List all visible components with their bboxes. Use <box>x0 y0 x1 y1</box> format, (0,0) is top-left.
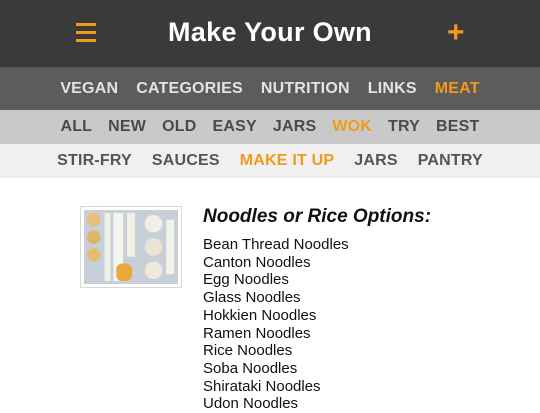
nav-stir-fry[interactable]: STIR-FRY <box>57 152 132 170</box>
top-bar: Make Your Own + <box>0 0 540 67</box>
nav-links[interactable]: LINKS <box>368 80 417 98</box>
list-item[interactable]: Canton Noodles <box>203 254 431 272</box>
secondary-nav: ALL NEW OLD EASY JARS WOK TRY BEST <box>0 110 540 144</box>
noodles-thumbnail[interactable] <box>80 206 182 288</box>
nav-try[interactable]: TRY <box>388 118 420 136</box>
nav-old[interactable]: OLD <box>162 118 196 136</box>
nav-make-it-up[interactable]: MAKE IT UP <box>240 152 334 170</box>
options-list: Bean Thread Noodles Canton Noodles Egg N… <box>203 236 431 413</box>
nav-best[interactable]: BEST <box>436 118 479 136</box>
tertiary-nav: STIR-FRY SAUCES MAKE IT UP JARS PANTRY <box>0 144 540 178</box>
list-item[interactable]: Rice Noodles <box>203 342 431 360</box>
nav-sauces[interactable]: SAUCES <box>152 152 220 170</box>
list-item[interactable]: Ramen Noodles <box>203 325 431 343</box>
list-item[interactable]: Hokkien Noodles <box>203 307 431 325</box>
nav-jars[interactable]: JARS <box>273 118 316 136</box>
nav-pantry[interactable]: PANTRY <box>418 152 483 170</box>
nav-wok[interactable]: WOK <box>332 118 372 136</box>
list-item[interactable]: Soba Noodles <box>203 360 431 378</box>
nav-categories[interactable]: CATEGORIES <box>136 80 243 98</box>
plus-icon[interactable]: + <box>447 18 465 48</box>
nav-all[interactable]: ALL <box>60 118 92 136</box>
nav-new[interactable]: NEW <box>108 118 146 136</box>
nav-meat[interactable]: MEAT <box>435 80 480 98</box>
nav-jars-pantry[interactable]: JARS <box>354 152 397 170</box>
noodles-section: Noodles or Rice Options: Bean Thread Noo… <box>203 206 431 413</box>
nav-vegan[interactable]: VEGAN <box>60 80 118 98</box>
list-item[interactable]: Bean Thread Noodles <box>203 236 431 254</box>
list-item[interactable]: Glass Noodles <box>203 289 431 307</box>
primary-nav: VEGAN CATEGORIES NUTRITION LINKS MEAT <box>0 67 540 110</box>
nav-easy[interactable]: EASY <box>212 118 256 136</box>
list-item[interactable]: Udon Noodles <box>203 395 431 413</box>
noodles-image <box>84 210 178 284</box>
section-heading: Noodles or Rice Options: <box>203 206 432 227</box>
list-item[interactable]: Egg Noodles <box>203 271 431 289</box>
nav-nutrition[interactable]: NUTRITION <box>261 80 350 98</box>
list-item[interactable]: Shirataki Noodles <box>203 378 431 396</box>
